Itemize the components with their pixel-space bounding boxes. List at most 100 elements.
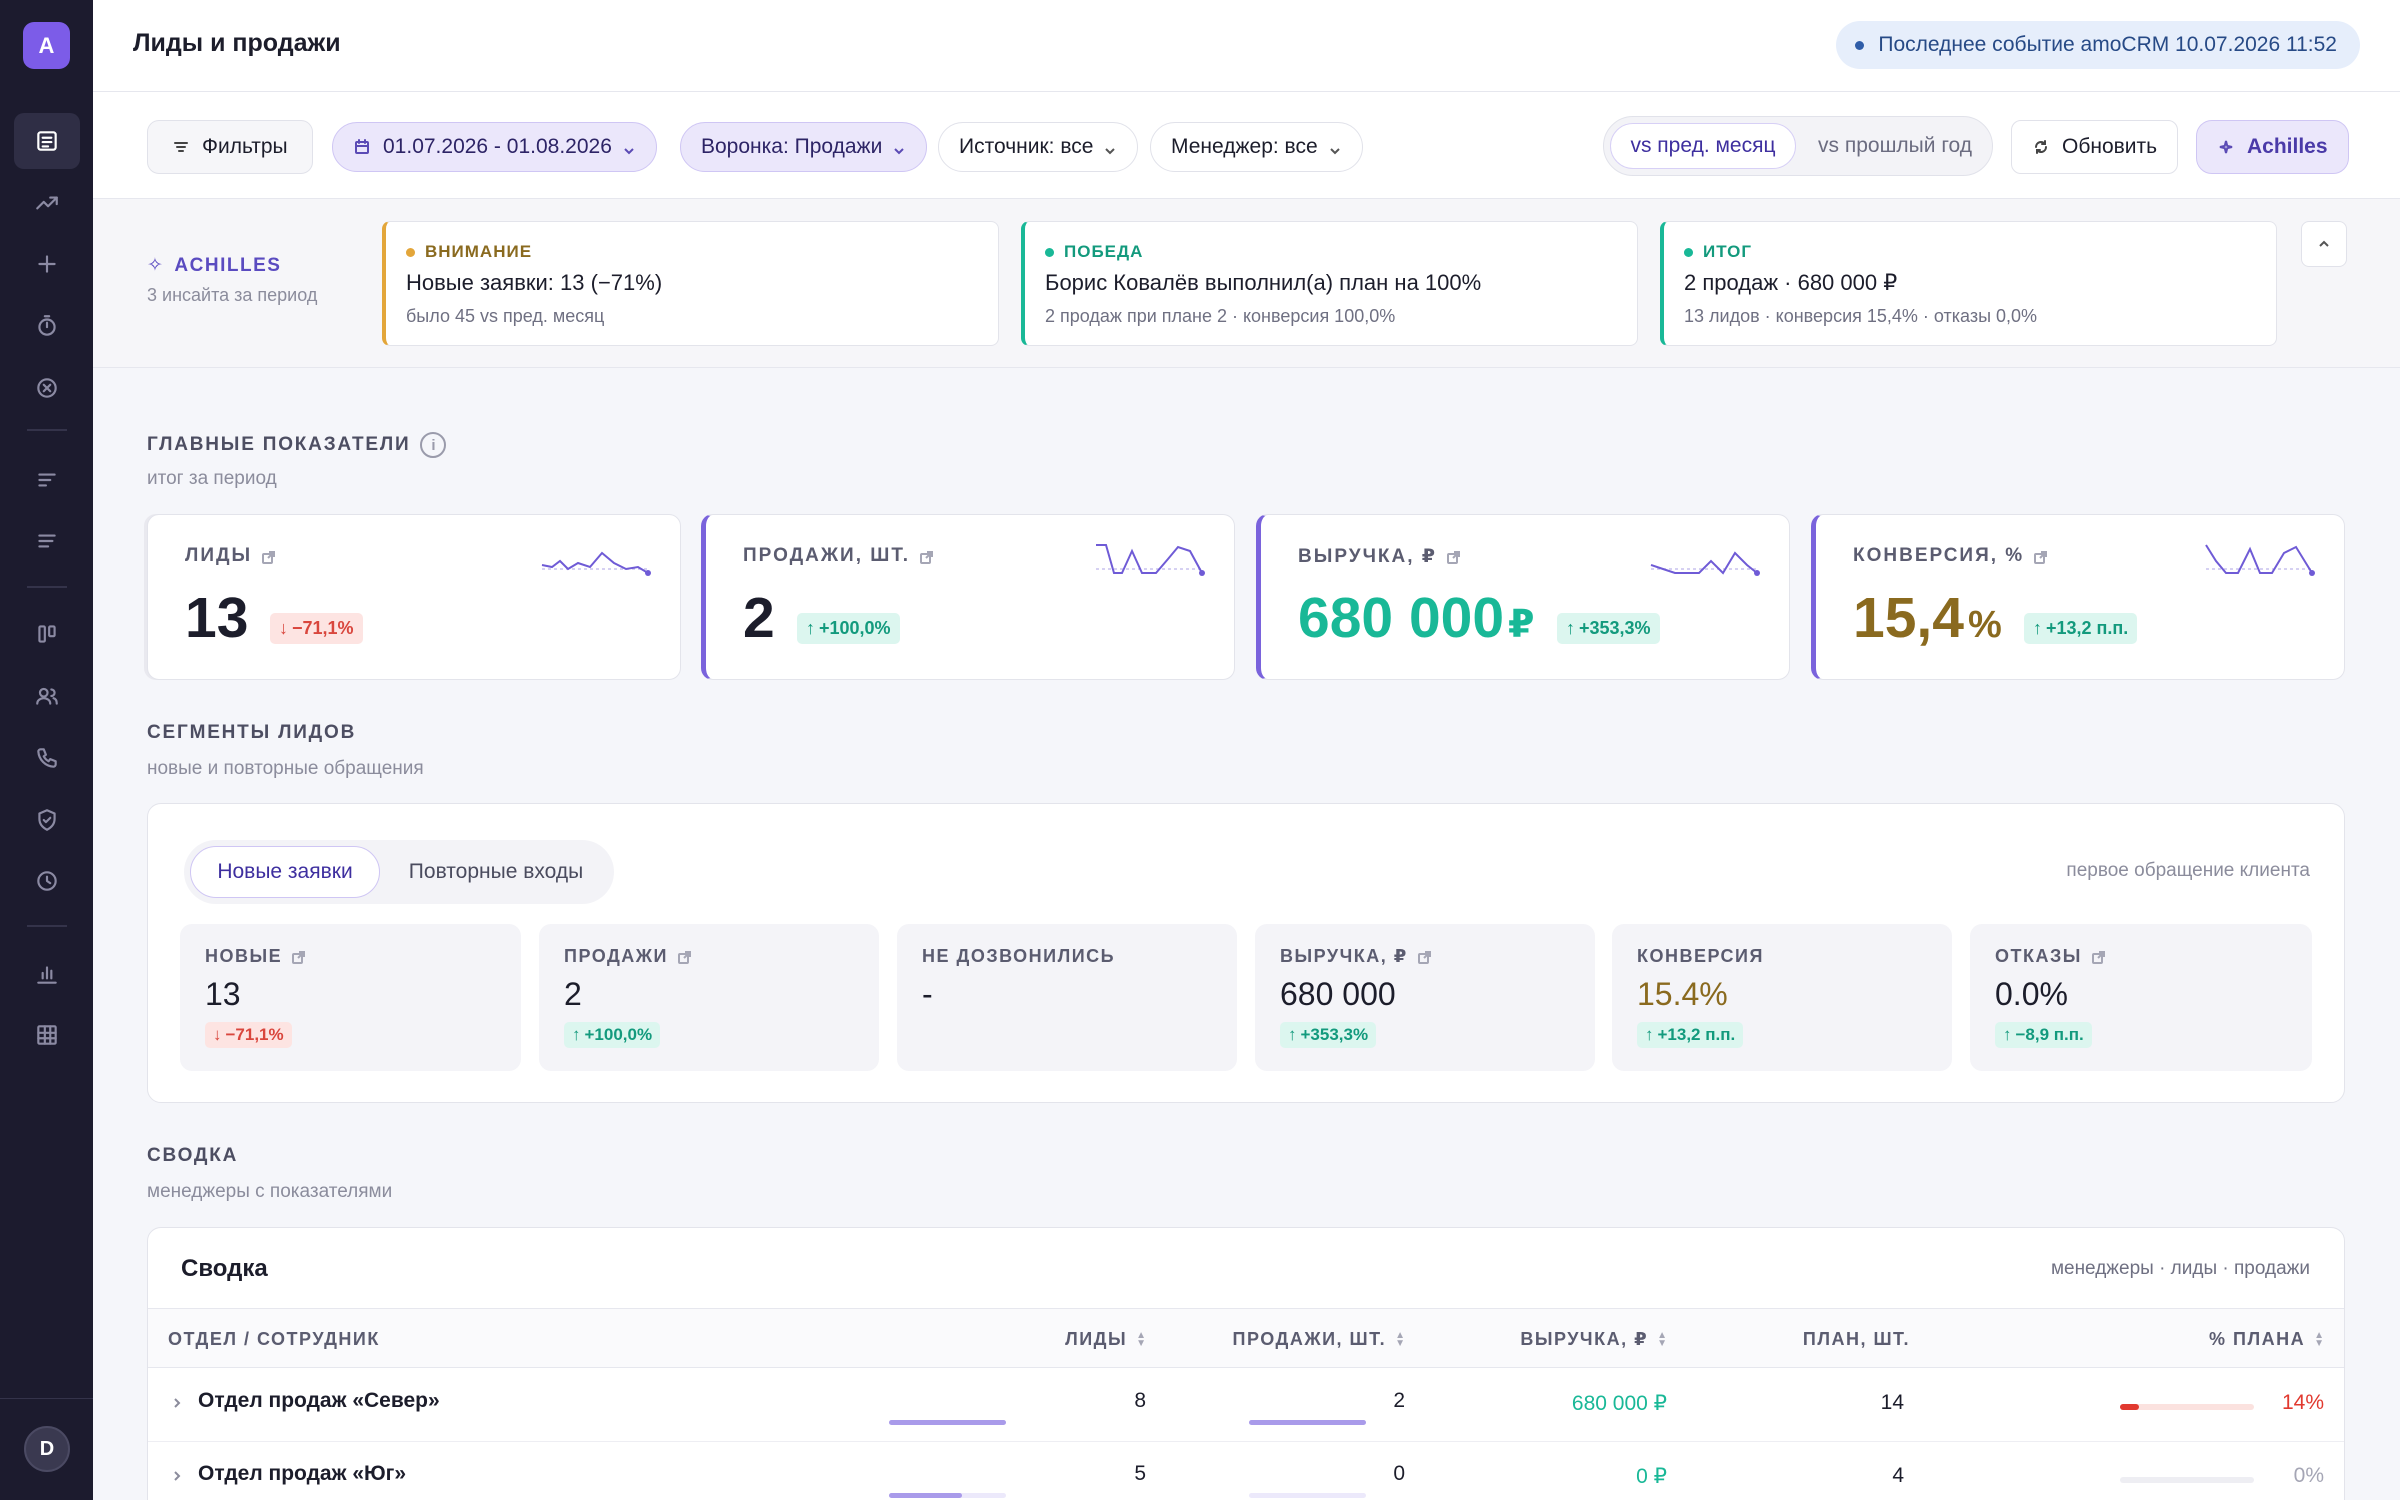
refresh-button[interactable]: Обновить: [2011, 120, 2179, 174]
users-icon[interactable]: [14, 668, 80, 724]
col-plan[interactable]: ПЛАН, ШТ.: [1803, 1329, 1910, 1350]
insight-card[interactable]: ИТОГ 2 продаж · 680 000 ₽ 13 лидов · конве…: [1660, 221, 2277, 346]
external-link-icon[interactable]: [1417, 949, 1432, 964]
col-department[interactable]: ОТДЕЛ / СОТРУДНИК: [168, 1329, 380, 1350]
page-title: Лиды и продажи: [133, 29, 341, 57]
status-dot-icon: [1855, 41, 1865, 50]
segment-card[interactable]: ОТКАЗЫ 0.0% ↑ −8,9 п.п.: [1970, 924, 2312, 1071]
arrow-up-icon: ↑: [572, 1025, 581, 1044]
chevron-right-icon[interactable]: [170, 1469, 184, 1483]
funnel-select[interactable]: Воронка: Продажи: [680, 122, 928, 172]
sidebar: A D: [0, 0, 93, 1500]
segments-tabs: Новые заявки Повторные входы: [184, 840, 614, 904]
filters-button[interactable]: Фильтры: [147, 120, 313, 174]
segment-delta-badge: ↑ +13,2 п.п.: [1637, 1022, 1744, 1048]
kpi-card[interactable]: КОНВЕРСИЯ, % 15,4% ↑ +13,2 п.п.: [1811, 514, 2345, 680]
sparkline-chart: [540, 539, 652, 581]
col-sales[interactable]: ПРОДАЖИ, ШТ. ▲ ▼: [1233, 1329, 1405, 1350]
external-link-icon[interactable]: [919, 549, 934, 564]
report-icon[interactable]: [14, 113, 80, 169]
bars-alt-icon[interactable]: [14, 513, 80, 569]
table-row[interactable]: Отдел продаж «Юг» 5 0 0 ₽ 4 0%: [148, 1442, 2344, 1500]
insight-tag-label: ИТОГ: [1703, 242, 1753, 261]
sales-cell: 0: [1393, 1462, 1405, 1485]
collapse-insights-button[interactable]: [2301, 221, 2347, 267]
external-link-icon[interactable]: [291, 949, 306, 964]
compare-prev-year-option[interactable]: vs прошлый год: [1804, 123, 1986, 169]
last-event-badge: Последнее событие amoCRM 10.07.2026 11:5…: [1836, 21, 2360, 69]
cancel-circle-icon[interactable]: [14, 360, 80, 416]
segments-note: первое обращение клиента: [2066, 860, 2310, 881]
user-avatar[interactable]: D: [24, 1426, 70, 1472]
kpi-label-text: ВЫРУЧКА, ₽: [1298, 546, 1438, 567]
kpi-section-title: ГЛАВНЫЕ ПОКАЗАТЕЛИ i: [147, 432, 447, 458]
segment-label-text: НЕ ДОЗВОНИЛИСЬ: [922, 946, 1116, 966]
tab-new-leads[interactable]: Новые заявки: [190, 846, 380, 898]
kpi-unit: %: [1967, 604, 2002, 646]
kpi-card[interactable]: ЛИДЫ 13 ↓ −71,1%: [147, 514, 681, 680]
segment-delta: +353,3%: [1300, 1025, 1369, 1044]
kanban-icon[interactable]: [14, 606, 80, 662]
segment-card[interactable]: ПРОДАЖИ 2 ↑ +100,0%: [539, 924, 879, 1071]
segment-delta: +100,0%: [584, 1025, 653, 1044]
kpi-label-text: ЛИДЫ: [185, 545, 253, 566]
kpi-unit: ₽: [1508, 604, 1535, 646]
chevron-down-icon: [892, 140, 906, 155]
segment-card[interactable]: ВЫРУЧКА, ₽ 680 000 ↑ +353,3%: [1255, 924, 1595, 1071]
info-icon[interactable]: i: [420, 432, 447, 458]
compare-prev-month-option[interactable]: vs пред. месяц: [1610, 123, 1796, 169]
plus-icon[interactable]: [14, 236, 80, 292]
col-plan-percent[interactable]: % ПЛАНА ▲ ▼: [2209, 1329, 2324, 1350]
clock-icon[interactable]: [14, 853, 80, 909]
source-select[interactable]: Источник: все: [938, 122, 1139, 172]
external-link-icon[interactable]: [261, 549, 276, 564]
insight-card[interactable]: ВНИМАНИЕ Новые заявки: 13 (−71%) было 45 v…: [382, 221, 999, 346]
manager-select[interactable]: Менеджер: все: [1150, 122, 1363, 172]
segment-label-text: КОНВЕРСИЯ: [1637, 946, 1764, 966]
insight-card[interactable]: ПОБЕДА Борис Ковалёв выполнил(а) план на …: [1021, 221, 1638, 346]
department-name[interactable]: Отдел продаж «Юг»: [198, 1462, 406, 1486]
segment-card[interactable]: НЕ ДОЗВОНИЛИСЬ -: [897, 924, 1237, 1071]
trend-icon[interactable]: [14, 175, 80, 231]
achilles-button[interactable]: Achilles: [2196, 120, 2349, 174]
col-leads[interactable]: ЛИДЫ ▲ ▼: [1065, 1329, 1146, 1350]
phone-icon[interactable]: [14, 730, 80, 786]
segment-label-text: ВЫРУЧКА, ₽: [1280, 946, 1408, 966]
sparkle-icon: ✧: [147, 255, 165, 276]
department-name[interactable]: Отдел продаж «Север»: [198, 1389, 440, 1413]
segment-label: ПРОДАЖИ: [564, 946, 692, 967]
segment-card[interactable]: НОВЫЕ 13 ↓ −71,1%: [180, 924, 521, 1071]
kpi-card[interactable]: ПРОДАЖИ, ШТ. 2 ↑ +100,0%: [701, 514, 1235, 680]
kpi-label: ЛИДЫ: [185, 545, 276, 567]
segment-delta-badge: ↑ +353,3%: [1280, 1022, 1377, 1048]
date-range-select[interactable]: 01.07.2026 - 01.08.2026: [332, 122, 657, 172]
achilles-label: Achilles: [2247, 135, 2328, 158]
bars-icon[interactable]: [14, 452, 80, 508]
external-link-icon[interactable]: [2091, 949, 2106, 964]
kpi-card[interactable]: ВЫРУЧКА, ₽ 680 000 ₽ ↑ +353,3%: [1256, 514, 1790, 680]
filter-bar: Фильтры 01.07.2026 - 01.08.2026 Воронка:…: [93, 92, 2400, 199]
plan-cell: 14: [1880, 1391, 1904, 1414]
col-revenue[interactable]: ВЫРУЧКА, ₽ ▲ ▼: [1520, 1329, 1667, 1350]
last-event-text: Последнее событие amoCRM 10.07.2026 11:5…: [1878, 33, 2337, 56]
status-dot-icon: [1684, 247, 1693, 257]
app-logo[interactable]: A: [23, 22, 70, 69]
plan-progress-bar: [2120, 1404, 2254, 1410]
table-row[interactable]: Отдел продаж «Север» 8 2 680 000 ₽ 14 14%: [148, 1369, 2344, 1442]
chevron-right-icon[interactable]: [170, 1396, 184, 1410]
segment-delta-badge: ↑ −8,9 п.п.: [1995, 1022, 2092, 1048]
grid-icon[interactable]: [14, 1007, 80, 1063]
insight-title: Новые заявки: 13 (−71%): [406, 270, 663, 295]
kpi-label: ПРОДАЖИ, ШТ.: [743, 545, 934, 567]
arrow-up-icon: ↑: [2033, 618, 2042, 638]
timer-icon[interactable]: [14, 298, 80, 354]
plan-percent: 14%: [2281, 1391, 2324, 1414]
external-link-icon[interactable]: [677, 949, 692, 964]
external-link-icon[interactable]: [1446, 549, 1461, 564]
external-link-icon[interactable]: [2033, 549, 2048, 564]
chart-icon[interactable]: [14, 946, 80, 1002]
plan-progress-bar: [2120, 1477, 2254, 1483]
segment-card[interactable]: КОНВЕРСИЯ 15.4% ↑ +13,2 п.п.: [1612, 924, 1952, 1071]
shield-icon[interactable]: [14, 792, 80, 848]
tab-repeat-leads[interactable]: Повторные входы: [384, 846, 608, 898]
